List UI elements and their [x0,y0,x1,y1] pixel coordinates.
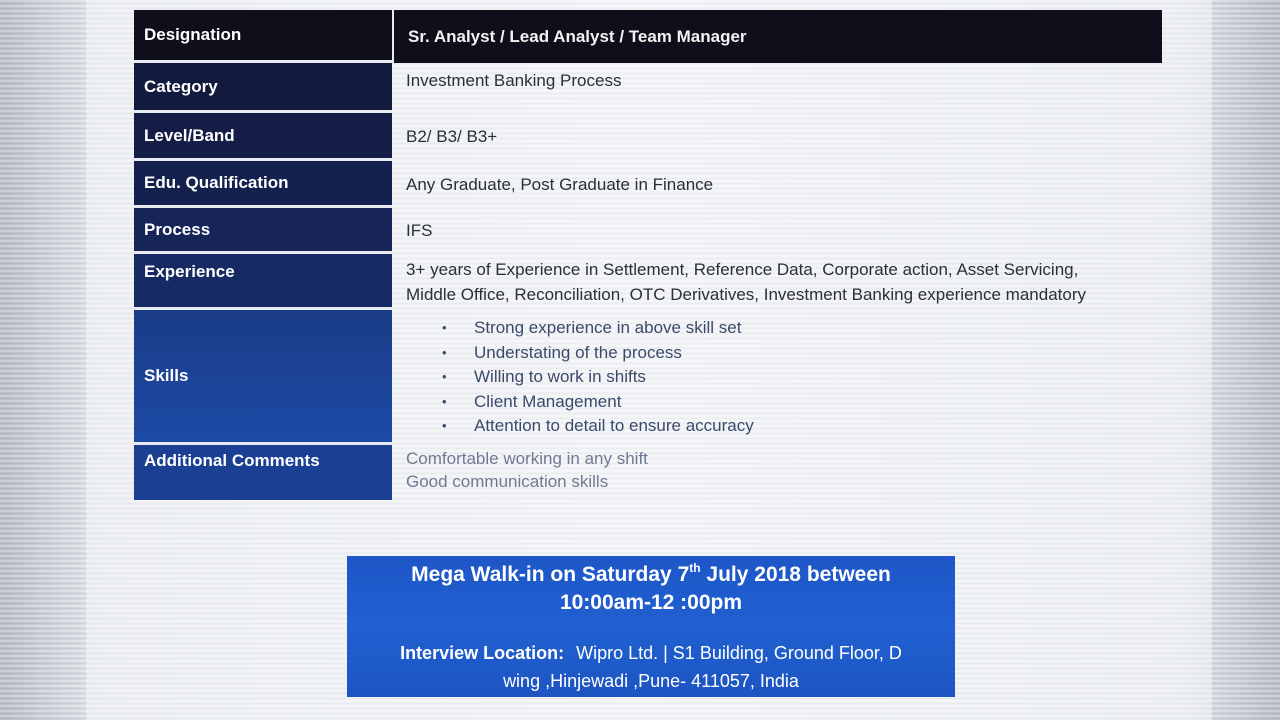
skill-text: Attention to detail to ensure accuracy [474,416,754,436]
skill-text: Willing to work in shifts [474,367,646,387]
additional-comments-value: Comfortable working in any shift Good co… [392,445,1162,500]
comment-line-2: Good communication skills [406,472,609,491]
list-item: • Strong experience in above skill set [442,316,754,341]
walkin-date-suffix: July 2018 between [700,563,891,586]
interview-location-line-2: wing ,Hinjewadi ,Pune- 411057, India [503,671,799,691]
experience-line-2: Middle Office, Reconciliation, OTC Deriv… [406,285,1086,304]
walkin-banner: Mega Walk-in on Saturday 7th July 2018 b… [347,556,955,697]
experience-value: 3+ years of Experience in Settlement, Re… [392,254,1162,310]
level-band-label: Level/Band [134,113,392,161]
designation-value: Sr. Analyst / Lead Analyst / Team Manage… [392,10,1162,63]
row-edu-qualification: Edu. Qualification Any Graduate, Post Gr… [134,161,1162,208]
row-process: Process IFS [134,208,1162,254]
skills-label: Skills [134,310,392,445]
skill-text: Understating of the process [474,342,682,362]
bullet-icon: • [442,344,447,360]
skill-text: Strong experience in above skill set [474,318,742,338]
list-item: • Client Management [442,390,754,415]
experience-label: Experience [134,254,392,310]
job-details-table: Designation Sr. Analyst / Lead Analyst /… [134,10,1162,500]
skills-list: • Strong experience in above skill set • U… [406,316,754,439]
level-band-value: B2/ B3/ B3+ [406,127,498,146]
walkin-date-ordinal: th [689,561,701,575]
list-item: • Attention to detail to ensure accuracy [442,414,754,439]
category-value: Investment Banking Process [406,71,622,90]
skills-value: • Strong experience in above skill set • U… [392,310,1162,445]
edu-qualification-value: Any Graduate, Post Graduate in Finance [406,174,714,194]
row-skills: Skills • Strong experience in above skill… [134,310,1162,445]
additional-comments-label: Additional Comments [134,445,392,500]
edu-qualification-label: Edu. Qualification [134,161,392,208]
interview-location: Interview Location: Wipro Ltd. | S1 Build… [347,639,955,695]
bullet-icon: • [442,320,447,336]
skill-text: Client Management [474,391,622,411]
designation-label: Designation [134,10,392,63]
row-designation: Designation Sr. Analyst / Lead Analyst /… [134,10,1162,63]
category-label: Category [134,63,392,113]
bullet-icon: • [442,393,447,409]
bullet-icon: • [442,418,447,434]
list-item: • Willing to work in shifts [442,365,754,390]
walkin-date-line: Mega Walk-in on Saturday 7th July 2018 b… [347,561,955,589]
row-additional-comments: Additional Comments Comfortable working … [134,445,1162,500]
list-item: • Understating of the process [442,341,754,366]
comment-line-1: Comfortable working in any shift [406,449,648,468]
bullet-icon: • [442,369,447,385]
interview-location-label: Interview Location: [400,643,565,663]
interview-location-line-1: Wipro Ltd. | S1 Building, Ground Floor, … [576,643,902,663]
row-experience: Experience 3+ years of Experience in Set… [134,254,1162,310]
experience-line-1: 3+ years of Experience in Settlement, Re… [406,260,1079,279]
process-value: IFS [406,221,433,240]
row-level-band: Level/Band B2/ B3/ B3+ [134,113,1162,161]
walkin-date-prefix: Mega Walk-in on Saturday 7 [411,563,690,586]
row-category: Category Investment Banking Process [134,63,1162,113]
walkin-time: 10:00am-12 :00pm [559,591,743,614]
process-label: Process [134,208,392,254]
